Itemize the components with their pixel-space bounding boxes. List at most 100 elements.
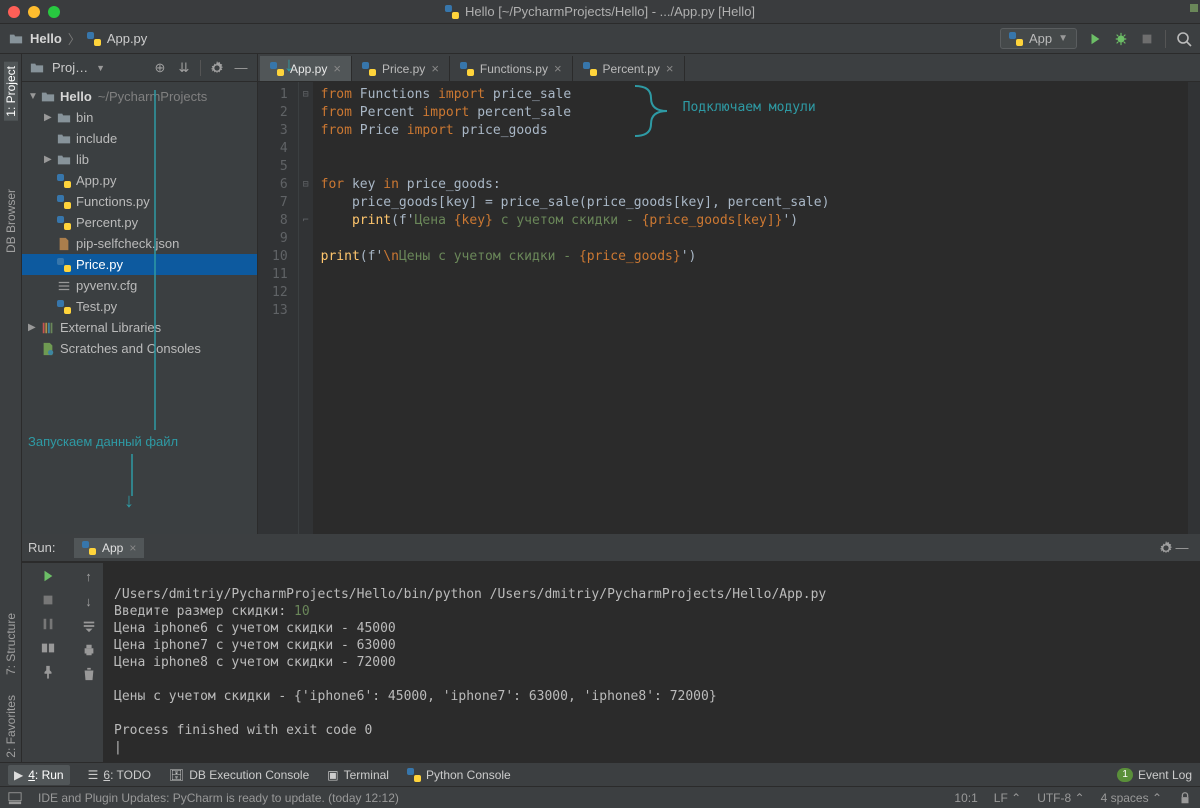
down-icon[interactable]: ↓ — [85, 594, 92, 609]
tree-file-app[interactable]: App.py — [22, 170, 257, 191]
search-icon[interactable] — [1176, 31, 1192, 47]
code-editor[interactable]: 12345678910111213 ⊟⊟⌐ from Functions imp… — [258, 82, 1200, 534]
chevron-down-icon[interactable]: ▼ — [96, 63, 105, 73]
annotation-line-icon — [131, 454, 133, 496]
annotation-arrow-icon: ↓ — [284, 54, 294, 77]
hide-icon[interactable]: — — [1174, 540, 1190, 556]
run-config-dropdown[interactable]: App ▼ — [1000, 28, 1077, 49]
status-indent[interactable]: 4 spaces ⌃ — [1101, 791, 1162, 805]
trash-icon[interactable] — [82, 667, 96, 681]
rail-project[interactable]: 1: Project — [4, 62, 18, 121]
python-icon — [583, 62, 597, 76]
folder-icon — [8, 31, 24, 47]
close-icon[interactable]: × — [554, 61, 562, 76]
status-line-sep[interactable]: LF ⌃ — [994, 791, 1021, 805]
tree-folder-bin[interactable]: ▶bin — [22, 107, 257, 128]
gear-icon[interactable] — [1158, 540, 1174, 556]
status-icon[interactable] — [8, 791, 22, 805]
python-icon — [82, 541, 96, 555]
close-icon[interactable]: × — [333, 61, 341, 76]
run-output[interactable]: /Users/dmitriy/PycharmProjects/Hello/bin… — [104, 563, 1200, 762]
tab-price[interactable]: Price.py× — [352, 56, 450, 81]
tree-folder-include[interactable]: include — [22, 128, 257, 149]
bottom-tab-db[interactable]: 🗄DB Execution Console — [169, 768, 309, 782]
tree-file-functions[interactable]: Functions.py — [22, 191, 257, 212]
python-icon — [270, 62, 284, 76]
run-config-label: App — [1029, 31, 1052, 46]
project-tree[interactable]: ▼ Hello ~/PycharmProjects ▶bin include ▶… — [22, 82, 257, 363]
debug-icon[interactable] — [1113, 31, 1129, 47]
tab-app[interactable]: App.py× — [260, 56, 352, 81]
window-close-icon[interactable] — [8, 6, 20, 18]
folder-icon — [30, 61, 44, 75]
lock-icon[interactable] — [1178, 791, 1192, 805]
print-icon[interactable] — [82, 643, 96, 657]
close-icon[interactable]: × — [666, 61, 674, 76]
tab-percent[interactable]: Percent.py× — [573, 56, 685, 81]
target-icon[interactable]: ⊕ — [152, 60, 168, 76]
rerun-icon[interactable] — [41, 569, 55, 583]
bottom-tab-run[interactable]: ▶4: Run — [8, 765, 70, 785]
window-title: Hello [~/PycharmProjects/Hello] - .../Ap… — [445, 4, 755, 19]
breadcrumb-separator: 〉 — [68, 29, 81, 48]
layout-icon[interactable] — [41, 641, 55, 655]
tree-file-pyvenv[interactable]: pyvenv.cfg — [22, 275, 257, 296]
gutter: 12345678910111213 — [258, 82, 299, 534]
breadcrumb-root[interactable]: Hello — [30, 31, 62, 46]
breadcrumb-file[interactable]: App.py — [107, 31, 147, 46]
up-icon[interactable]: ↑ — [85, 569, 92, 584]
titlebar: Hello [~/PycharmProjects/Hello] - .../Ap… — [0, 0, 1200, 24]
tab-functions[interactable]: Functions.py× — [450, 56, 573, 81]
python-icon — [362, 62, 376, 76]
tree-external-libraries[interactable]: ▶External Libraries — [22, 317, 257, 338]
project-panel-header: Proj… ▼ ⊕ ⇊ — — [22, 54, 257, 82]
tree-root[interactable]: ▼ Hello ~/PycharmProjects — [22, 86, 257, 107]
tree-file-price[interactable]: Price.py — [22, 254, 257, 275]
gear-icon[interactable] — [209, 60, 225, 76]
stop-icon[interactable] — [1139, 31, 1155, 47]
project-panel: Proj… ▼ ⊕ ⇊ — ▼ Hello ~/P — [22, 54, 258, 534]
badge-count-icon: 1 — [1117, 768, 1133, 782]
run-actions-primary — [22, 563, 74, 762]
run-icon[interactable] — [1087, 31, 1103, 47]
tree-file-pipselfcheck[interactable]: pip-selfcheck.json — [22, 233, 257, 254]
annotation-line-icon — [154, 90, 156, 430]
run-tab-app[interactable]: App × — [74, 538, 144, 558]
rail-favorites[interactable]: 2: Favorites — [4, 691, 18, 762]
hide-icon[interactable]: — — [233, 60, 249, 76]
collapse-icon[interactable]: ⇊ — [176, 60, 192, 76]
run-actions-secondary: ↑ ↓ — [74, 563, 104, 762]
python-icon — [87, 32, 101, 46]
python-icon — [445, 5, 459, 19]
project-panel-title: Proj… — [52, 60, 88, 75]
tree-file-percent[interactable]: Percent.py — [22, 212, 257, 233]
annotation-run-file: Запускаем данный файл — [28, 434, 178, 449]
tree-file-test[interactable]: Test.py — [22, 296, 257, 317]
pin-icon[interactable] — [41, 665, 55, 679]
bottom-tool-tabs: ▶4: Run ☰6: TODO 🗄DB Execution Console ▣… — [0, 762, 1200, 786]
bottom-tab-event-log[interactable]: 1Event Log — [1117, 768, 1192, 782]
chevron-down-icon: ▼ — [1058, 33, 1068, 44]
rail-structure[interactable]: 7: Structure — [4, 609, 18, 679]
window-maximize-icon[interactable] — [48, 6, 60, 18]
stop-icon[interactable] — [41, 593, 55, 607]
window-minimize-icon[interactable] — [28, 6, 40, 18]
bottom-tab-python-console[interactable]: Python Console — [407, 768, 511, 782]
bottom-tab-todo[interactable]: ☰6: TODO — [88, 768, 151, 782]
scroll-to-end-icon[interactable] — [82, 619, 96, 633]
status-caret-pos[interactable]: 10:1 — [954, 791, 977, 805]
status-message[interactable]: IDE and Plugin Updates: PyCharm is ready… — [38, 791, 399, 805]
pause-icon[interactable] — [41, 617, 55, 631]
run-panel: ↑ ↓ /Users/dmitriy/PycharmProjects/Hello… — [22, 562, 1200, 762]
status-encoding[interactable]: UTF-8 ⌃ — [1037, 791, 1084, 805]
tree-scratches[interactable]: Scratches and Consoles — [22, 338, 257, 359]
breadcrumb: Hello 〉 App.py — [8, 29, 147, 48]
rail-db-browser[interactable]: DB Browser — [4, 185, 18, 257]
tree-folder-lib[interactable]: ▶lib — [22, 149, 257, 170]
fold-column[interactable]: ⊟⊟⌐ — [299, 82, 313, 534]
code-area[interactable]: from Functions import price_sale from Pe… — [313, 82, 1188, 534]
close-icon[interactable]: × — [431, 61, 439, 76]
bottom-tab-terminal[interactable]: ▣Terminal — [327, 768, 389, 782]
close-icon[interactable]: × — [129, 541, 136, 555]
annotation-modules: Подключаем модули — [683, 100, 816, 115]
